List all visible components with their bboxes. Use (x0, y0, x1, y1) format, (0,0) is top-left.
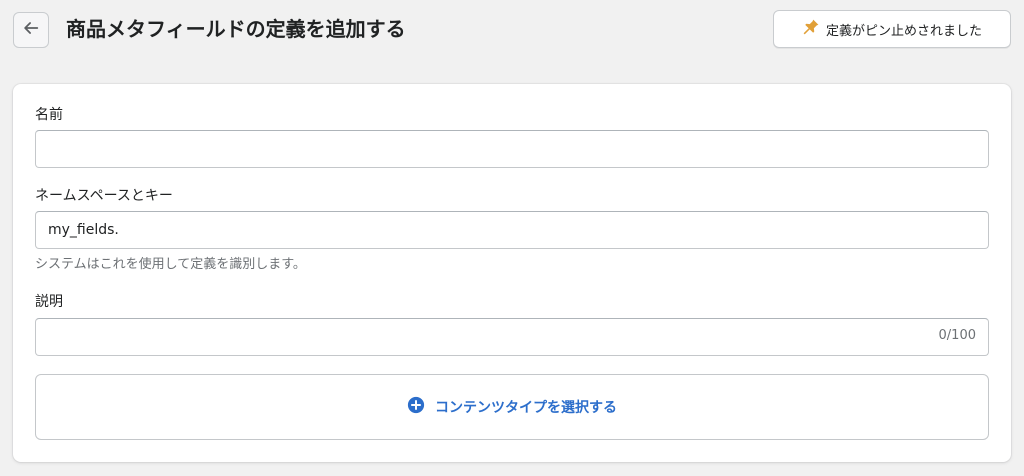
description-field-wrapper: 0/100 (35, 318, 989, 356)
arrow-left-icon (22, 19, 40, 41)
description-input[interactable] (36, 319, 988, 355)
name-field-wrapper (35, 130, 989, 168)
pinned-definition-button[interactable]: 定義がピン止めされました (773, 10, 1011, 48)
back-button[interactable] (13, 12, 49, 48)
namespace-key-help-text: システムはこれを使用して定義を識別します。 (35, 257, 306, 272)
page-title: 商品メタフィールドの定義を追加する (66, 17, 406, 41)
select-content-type-label: コンテンツタイプを選択する (435, 400, 617, 416)
namespace-key-input[interactable] (36, 212, 988, 248)
select-content-type-button[interactable]: コンテンツタイプを選択する (35, 374, 989, 440)
description-label: 説明 (35, 294, 63, 310)
namespace-key-label: ネームスペースとキー (35, 188, 173, 204)
pinned-definition-label: 定義がピン止めされました (825, 23, 982, 39)
pin-icon (802, 18, 820, 40)
description-character-counter: 0/100 (938, 328, 976, 343)
metafield-definition-card: 名前 ネームスペースとキー システムはこれを使用して定義を識別します。 説明 0… (13, 84, 1011, 462)
namespace-key-field-wrapper (35, 211, 989, 249)
name-input[interactable] (36, 131, 988, 167)
plus-circle-icon (407, 396, 425, 418)
name-label: 名前 (35, 107, 63, 123)
